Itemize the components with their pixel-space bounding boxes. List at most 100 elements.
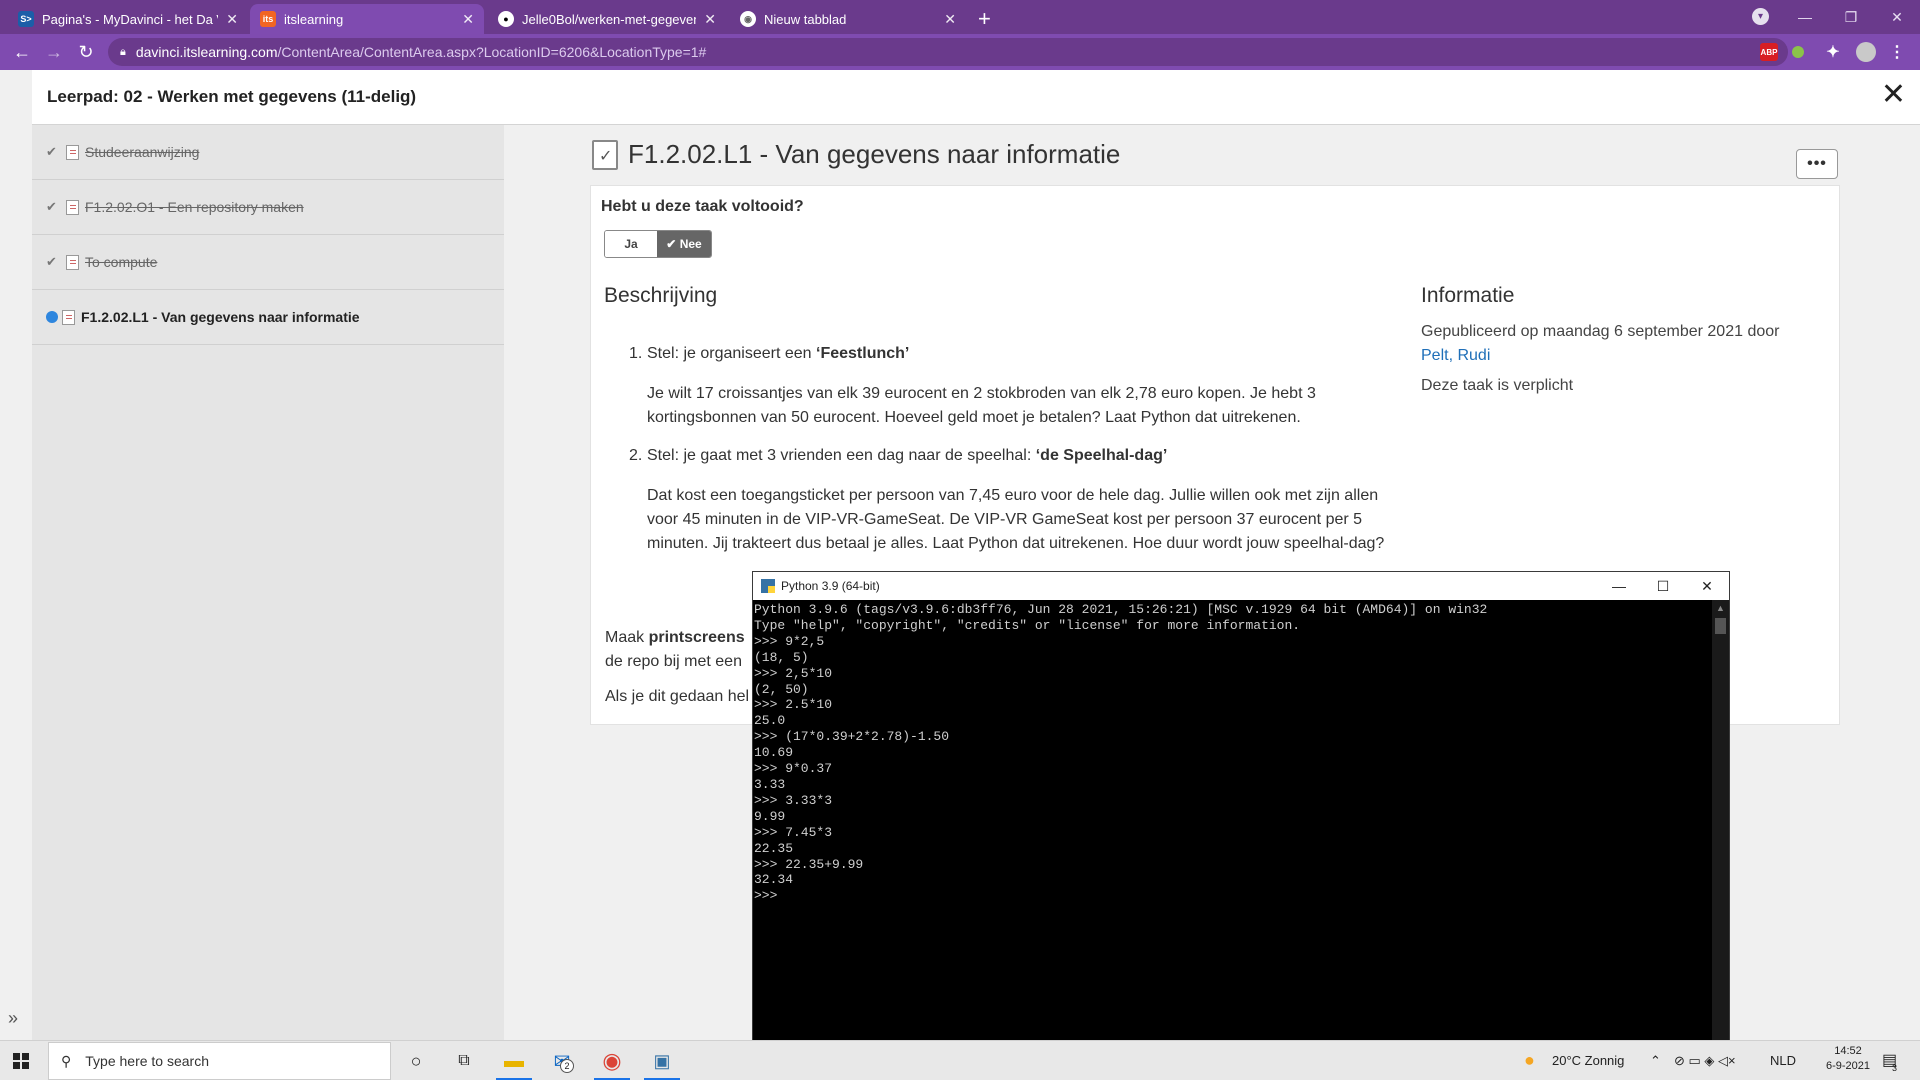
item-lead: Stel: je gaat met 3 vrienden een dag naa… xyxy=(647,447,1036,464)
item-body: Je wilt 17 croissantjes van elk 39 euroc… xyxy=(647,385,1316,426)
description-title: Beschrijving xyxy=(604,284,718,307)
scroll-up-icon[interactable]: ▲ xyxy=(1716,603,1725,613)
file-explorer-icon[interactable]: ▬ xyxy=(500,1047,528,1075)
close-window-icon[interactable]: ✕ xyxy=(1874,0,1920,34)
close-window-icon[interactable]: ✕ xyxy=(1685,572,1729,600)
chrome-icon[interactable]: ◉ xyxy=(598,1047,626,1075)
python-console-window[interactable]: Python 3.9 (64-bit) — ☐ ✕ Python 3.9.6 (… xyxy=(752,571,1730,1041)
restore-icon[interactable]: ❐ xyxy=(1828,0,1874,34)
mail-badge: 2 xyxy=(560,1059,574,1073)
sidebar-item-current-task[interactable]: F1.2.02.L1 - Van gegevens naar informati… xyxy=(32,290,504,345)
task-icon xyxy=(62,309,75,325)
task-title: F1.2.02.L1 - Van gegevens naar informati… xyxy=(628,139,1121,169)
item-heading: Stel: je gaat met 3 vrienden een dag naa… xyxy=(647,444,1401,468)
item-lead: Stel: je organiseert een xyxy=(647,345,816,362)
close-icon[interactable]: ✕ xyxy=(1881,80,1906,110)
task-check-icon xyxy=(592,139,618,170)
forward-icon[interactable]: → xyxy=(42,40,66,64)
no-label: Nee xyxy=(679,237,702,251)
chrome-icon: ◉ xyxy=(740,11,756,27)
url-path: /ContentArea/ContentArea.aspx?LocationID… xyxy=(277,44,707,60)
reload-icon[interactable]: ↻ xyxy=(74,40,98,64)
extensions-puzzle-icon[interactable]: ✦ xyxy=(1824,43,1842,61)
close-tab-icon[interactable]: ✕ xyxy=(462,11,474,28)
scroll-thumb[interactable] xyxy=(1715,618,1726,634)
console-line: >>> (17*0.39+2*2.78)-1.50 xyxy=(754,729,950,745)
adblock-plus-icon[interactable]: ABP xyxy=(1760,43,1778,61)
check-icon: ✔ xyxy=(46,254,57,269)
maximize-icon[interactable]: ☐ xyxy=(1641,572,1685,600)
avatar[interactable] xyxy=(1856,42,1876,62)
tab-strip: S> Pagina's - MyDavinci - het Da Vin ✕ i… xyxy=(0,0,1920,34)
minimize-icon[interactable]: — xyxy=(1597,572,1641,600)
sidebar-item-label: Studeeraanwijzing xyxy=(85,144,200,160)
item-number: 2. xyxy=(629,447,643,464)
tab-mydavinci[interactable]: S> Pagina's - MyDavinci - het Da Vin ✕ xyxy=(8,4,248,34)
mandatory-text: Deze taak is verplicht xyxy=(1421,377,1574,394)
extension-shield-icon[interactable] xyxy=(1792,46,1804,58)
github-icon: ● xyxy=(498,11,514,27)
more-options-button[interactable]: ••• xyxy=(1796,149,1838,179)
maak-bold: printscreens xyxy=(648,629,745,646)
no-button[interactable]: ✔ Nee xyxy=(657,231,711,257)
notification-badge: 3 xyxy=(1892,1063,1898,1073)
tab-itslearning[interactable]: its itslearning ✕ xyxy=(250,4,484,34)
list-item: 1. Stel: je organiseert een ‘Feestlunch’… xyxy=(629,342,1401,430)
sidebar-item-to-compute[interactable]: ✔ To compute xyxy=(32,235,504,290)
document-icon xyxy=(66,144,79,160)
python-window-title: Python 3.9 (64-bit) xyxy=(781,579,880,593)
weather-sun-icon[interactable]: ● xyxy=(1524,1050,1535,1071)
console-line: >>> 9*0.37 xyxy=(754,761,833,777)
console-line: >>> 9*2,5 xyxy=(754,633,825,649)
sidebar-item-repository[interactable]: ✔ F1.2.02.O1 - Een repository maken xyxy=(32,180,504,235)
address-bar[interactable]: 🔒︎ davinci.itslearning.com/ContentArea/C… xyxy=(108,38,1788,66)
language-indicator[interactable]: NLD xyxy=(1770,1053,1796,1068)
python-console-output[interactable]: Python 3.9.6 (tags/v3.9.6:db3ff76, Jun 2… xyxy=(754,602,1712,1040)
console-line: 9.99 xyxy=(754,808,786,824)
tab-title: Pagina's - MyDavinci - het Da Vin xyxy=(42,11,219,27)
sidebar-item-label: To compute xyxy=(85,254,158,270)
completion-toggle: Ja ✔ Nee xyxy=(604,230,712,258)
item-bold: ‘de Speelhal-dag’ xyxy=(1035,447,1168,464)
item-bold: ‘Feestlunch’ xyxy=(816,345,910,362)
expand-sidebar-icon[interactable]: » xyxy=(8,1008,18,1029)
back-icon[interactable]: ← xyxy=(10,40,34,64)
chevron-up-icon[interactable]: ⌃ xyxy=(1650,1053,1661,1069)
tray-icons[interactable]: ⊘ ▭ ◈ ◁× xyxy=(1674,1053,1736,1069)
python-taskbar-icon[interactable]: ▣ xyxy=(648,1047,676,1075)
clock[interactable]: 14:52 6-9-2021 xyxy=(1818,1045,1878,1072)
author-link[interactable]: Pelt, Rudi xyxy=(1421,344,1821,368)
sidebar-item-label: F1.2.02.O1 - Een repository maken xyxy=(85,199,304,215)
check-icon: ✔ xyxy=(666,237,680,251)
tab-search-icon[interactable]: ▾ xyxy=(1752,8,1769,25)
menu-kebab-icon[interactable]: ⋮ xyxy=(1888,43,1906,61)
document-icon xyxy=(66,199,79,215)
close-tab-icon[interactable]: ✕ xyxy=(226,11,238,28)
url-host: davinci.itslearning.com xyxy=(135,44,278,60)
final-text: Als je dit gedaan hel xyxy=(605,688,750,705)
console-line: 3.33 xyxy=(754,776,786,792)
close-tab-icon[interactable]: ✕ xyxy=(704,11,716,28)
yes-button[interactable]: Ja xyxy=(605,231,657,257)
tab-new[interactable]: ◉ Nieuw tabblad ✕ xyxy=(730,4,966,34)
check-icon: ✔ xyxy=(46,199,57,214)
windows-start-icon[interactable] xyxy=(13,1053,30,1070)
tab-github[interactable]: ● Jelle0Bol/werken-met-gegevens ✕ xyxy=(488,4,726,34)
sidebar-item-studeeraanwijzing[interactable]: ✔ Studeeraanwijzing xyxy=(32,125,504,180)
minimize-icon[interactable]: — xyxy=(1782,0,1828,34)
cortana-icon[interactable]: ○ xyxy=(402,1047,430,1075)
task-heading: F1.2.02.L1 - Van gegevens naar informati… xyxy=(592,139,1120,170)
taskbar-search-input[interactable]: ⚲ Type here to search xyxy=(48,1042,391,1080)
page-title: Leerpad: 02 - Werken met gegevens (11-de… xyxy=(47,87,417,106)
document-icon xyxy=(66,254,79,270)
item-heading: Stel: je organiseert een ‘Feestlunch’ xyxy=(647,342,1401,366)
new-tab-button[interactable]: + xyxy=(978,6,991,32)
item-number: 1. xyxy=(629,345,643,362)
weather-text[interactable]: 20°C Zonnig xyxy=(1552,1053,1624,1068)
console-line: >>> 22.35+9.99 xyxy=(754,856,864,872)
scrollbar[interactable]: ▲ xyxy=(1712,600,1729,1040)
python-titlebar[interactable]: Python 3.9 (64-bit) — ☐ ✕ xyxy=(753,572,1729,600)
info-panel: Gepubliceerd op maandag 6 september 2021… xyxy=(1421,320,1821,398)
task-view-icon[interactable]: ⧉ xyxy=(450,1047,478,1075)
close-tab-icon[interactable]: ✕ xyxy=(944,11,956,28)
